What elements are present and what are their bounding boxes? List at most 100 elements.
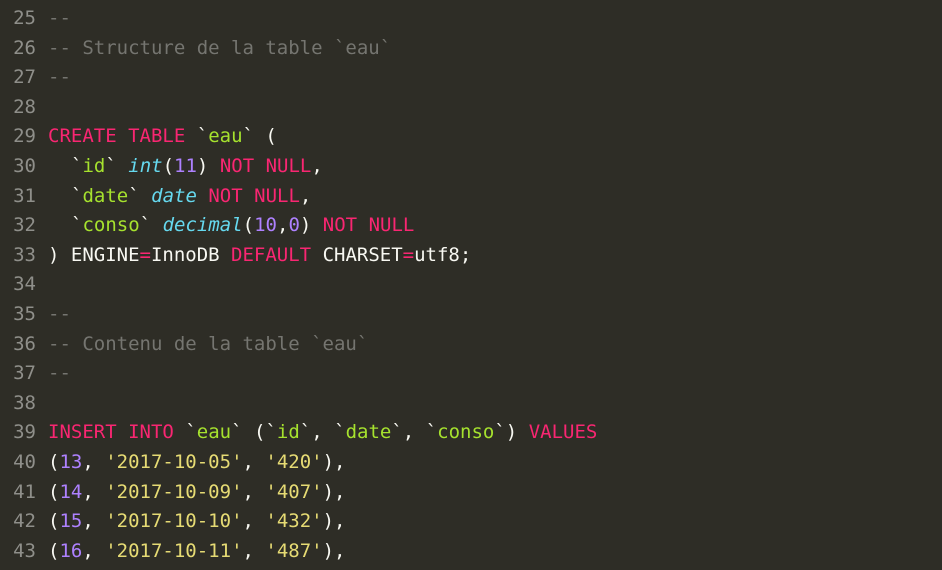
token-plain: ( [243,421,266,443]
token-plain: , [243,451,266,473]
token-plain: ) ENGINE [48,244,140,266]
code-line[interactable]: -- [48,300,942,330]
token-identifier: eau [197,421,231,443]
line-number: 38 [6,389,36,419]
line-number: 34 [6,270,36,300]
token-plain: ), [323,510,346,532]
token-plain: , [82,481,105,503]
token-comment: -- [48,66,71,88]
code-line[interactable]: `id` int(11) NOT NULL, [48,152,942,182]
code-editor[interactable]: 25262728293031323334353637383940414243 -… [0,0,942,570]
token-plain: , [82,540,105,562]
token-comment: -- [48,7,71,29]
token-plain: ), [323,451,346,473]
token-plain: ( [243,214,254,236]
token-backtick: ` [128,185,139,207]
token-plain: , [311,421,334,443]
line-number: 37 [6,359,36,389]
token-comment: -- Structure de la table `eau` [48,37,391,59]
token-keyword: VALUES [529,421,598,443]
code-line[interactable]: -- Structure de la table `eau` [48,34,942,64]
line-number: 31 [6,182,36,212]
token-plain: , [403,421,426,443]
token-identifier: id [277,421,300,443]
token-identifier: date [346,421,392,443]
token-plain: ( [48,451,59,473]
token-backtick: ` [494,421,505,443]
code-line[interactable] [48,93,942,123]
token-plain: CHARSET [311,244,403,266]
token-number: 16 [59,540,82,562]
token-backtick: ` [334,421,345,443]
line-number: 36 [6,330,36,360]
code-content[interactable]: -- -- Structure de la table `eau` -- CREAT… [48,0,942,570]
token-number: 15 [59,510,82,532]
line-number: 30 [6,152,36,182]
token-plain: , [82,451,105,473]
token-keyword: CREATE [48,125,117,147]
token-backtick: ` [391,421,402,443]
token-number: 10 [254,214,277,236]
code-line[interactable]: (14, '2017-10-09', '407'), [48,478,942,508]
token-backtick: ` [71,214,82,236]
token-backtick: ` [243,125,254,147]
code-line[interactable]: (16, '2017-10-11', '487'), [48,537,942,567]
code-line[interactable]: CREATE TABLE `eau` ( [48,122,942,152]
line-number-gutter: 25262728293031323334353637383940414243 [0,0,48,570]
token-keyword: = [140,244,151,266]
line-number: 27 [6,63,36,93]
token-plain [117,155,128,177]
token-keyword: NULL [369,214,415,236]
token-number: 13 [59,451,82,473]
token-number: 0 [288,214,299,236]
token-plain [117,125,128,147]
token-plain: , [300,185,311,207]
token-plain: utf8; [414,244,471,266]
code-line[interactable]: (15, '2017-10-10', '432'), [48,507,942,537]
token-comment: -- Contenu de la table `eau` [48,333,368,355]
line-number: 39 [6,418,36,448]
token-plain [243,185,254,207]
token-plain [185,125,196,147]
line-number: 33 [6,241,36,271]
token-backtick: ` [300,421,311,443]
token-backtick: ` [185,421,196,443]
token-string: '2017-10-05' [105,451,242,473]
line-number: 32 [6,211,36,241]
code-line[interactable]: -- Contenu de la table `eau` [48,330,942,360]
token-plain: ) [197,155,220,177]
token-keyword: NOT [220,155,254,177]
line-number: 25 [6,4,36,34]
line-number: 40 [6,448,36,478]
code-line[interactable]: (13, '2017-10-05', '420'), [48,448,942,478]
token-keyword: TABLE [128,125,185,147]
line-number: 41 [6,478,36,508]
token-identifier: conso [82,214,139,236]
token-number: 14 [59,481,82,503]
token-plain: ( [254,125,277,147]
token-plain: ), [323,481,346,503]
token-type: int [128,155,162,177]
token-plain: , [82,510,105,532]
code-line[interactable] [48,270,942,300]
token-plain: ( [48,540,59,562]
token-plain [254,155,265,177]
code-line[interactable] [48,389,942,419]
token-plain [197,185,208,207]
code-line[interactable]: -- [48,4,942,34]
token-keyword: DEFAULT [231,244,311,266]
token-keyword: INSERT [48,421,117,443]
code-line[interactable]: `conso` decimal(10,0) NOT NULL [48,211,942,241]
code-line[interactable]: -- [48,359,942,389]
code-line[interactable]: `date` date NOT NULL, [48,182,942,212]
token-plain: ) [300,214,323,236]
line-number: 35 [6,300,36,330]
code-line[interactable]: INSERT INTO `eau` (`id`, `date`, `conso`… [48,418,942,448]
code-line[interactable]: ) ENGINE=InnoDB DEFAULT CHARSET=utf8; [48,241,942,271]
token-identifier: conso [437,421,494,443]
token-plain: ( [163,155,174,177]
token-type: decimal [163,214,243,236]
token-string: '2017-10-09' [105,481,242,503]
token-identifier: id [82,155,105,177]
code-line[interactable]: -- [48,63,942,93]
